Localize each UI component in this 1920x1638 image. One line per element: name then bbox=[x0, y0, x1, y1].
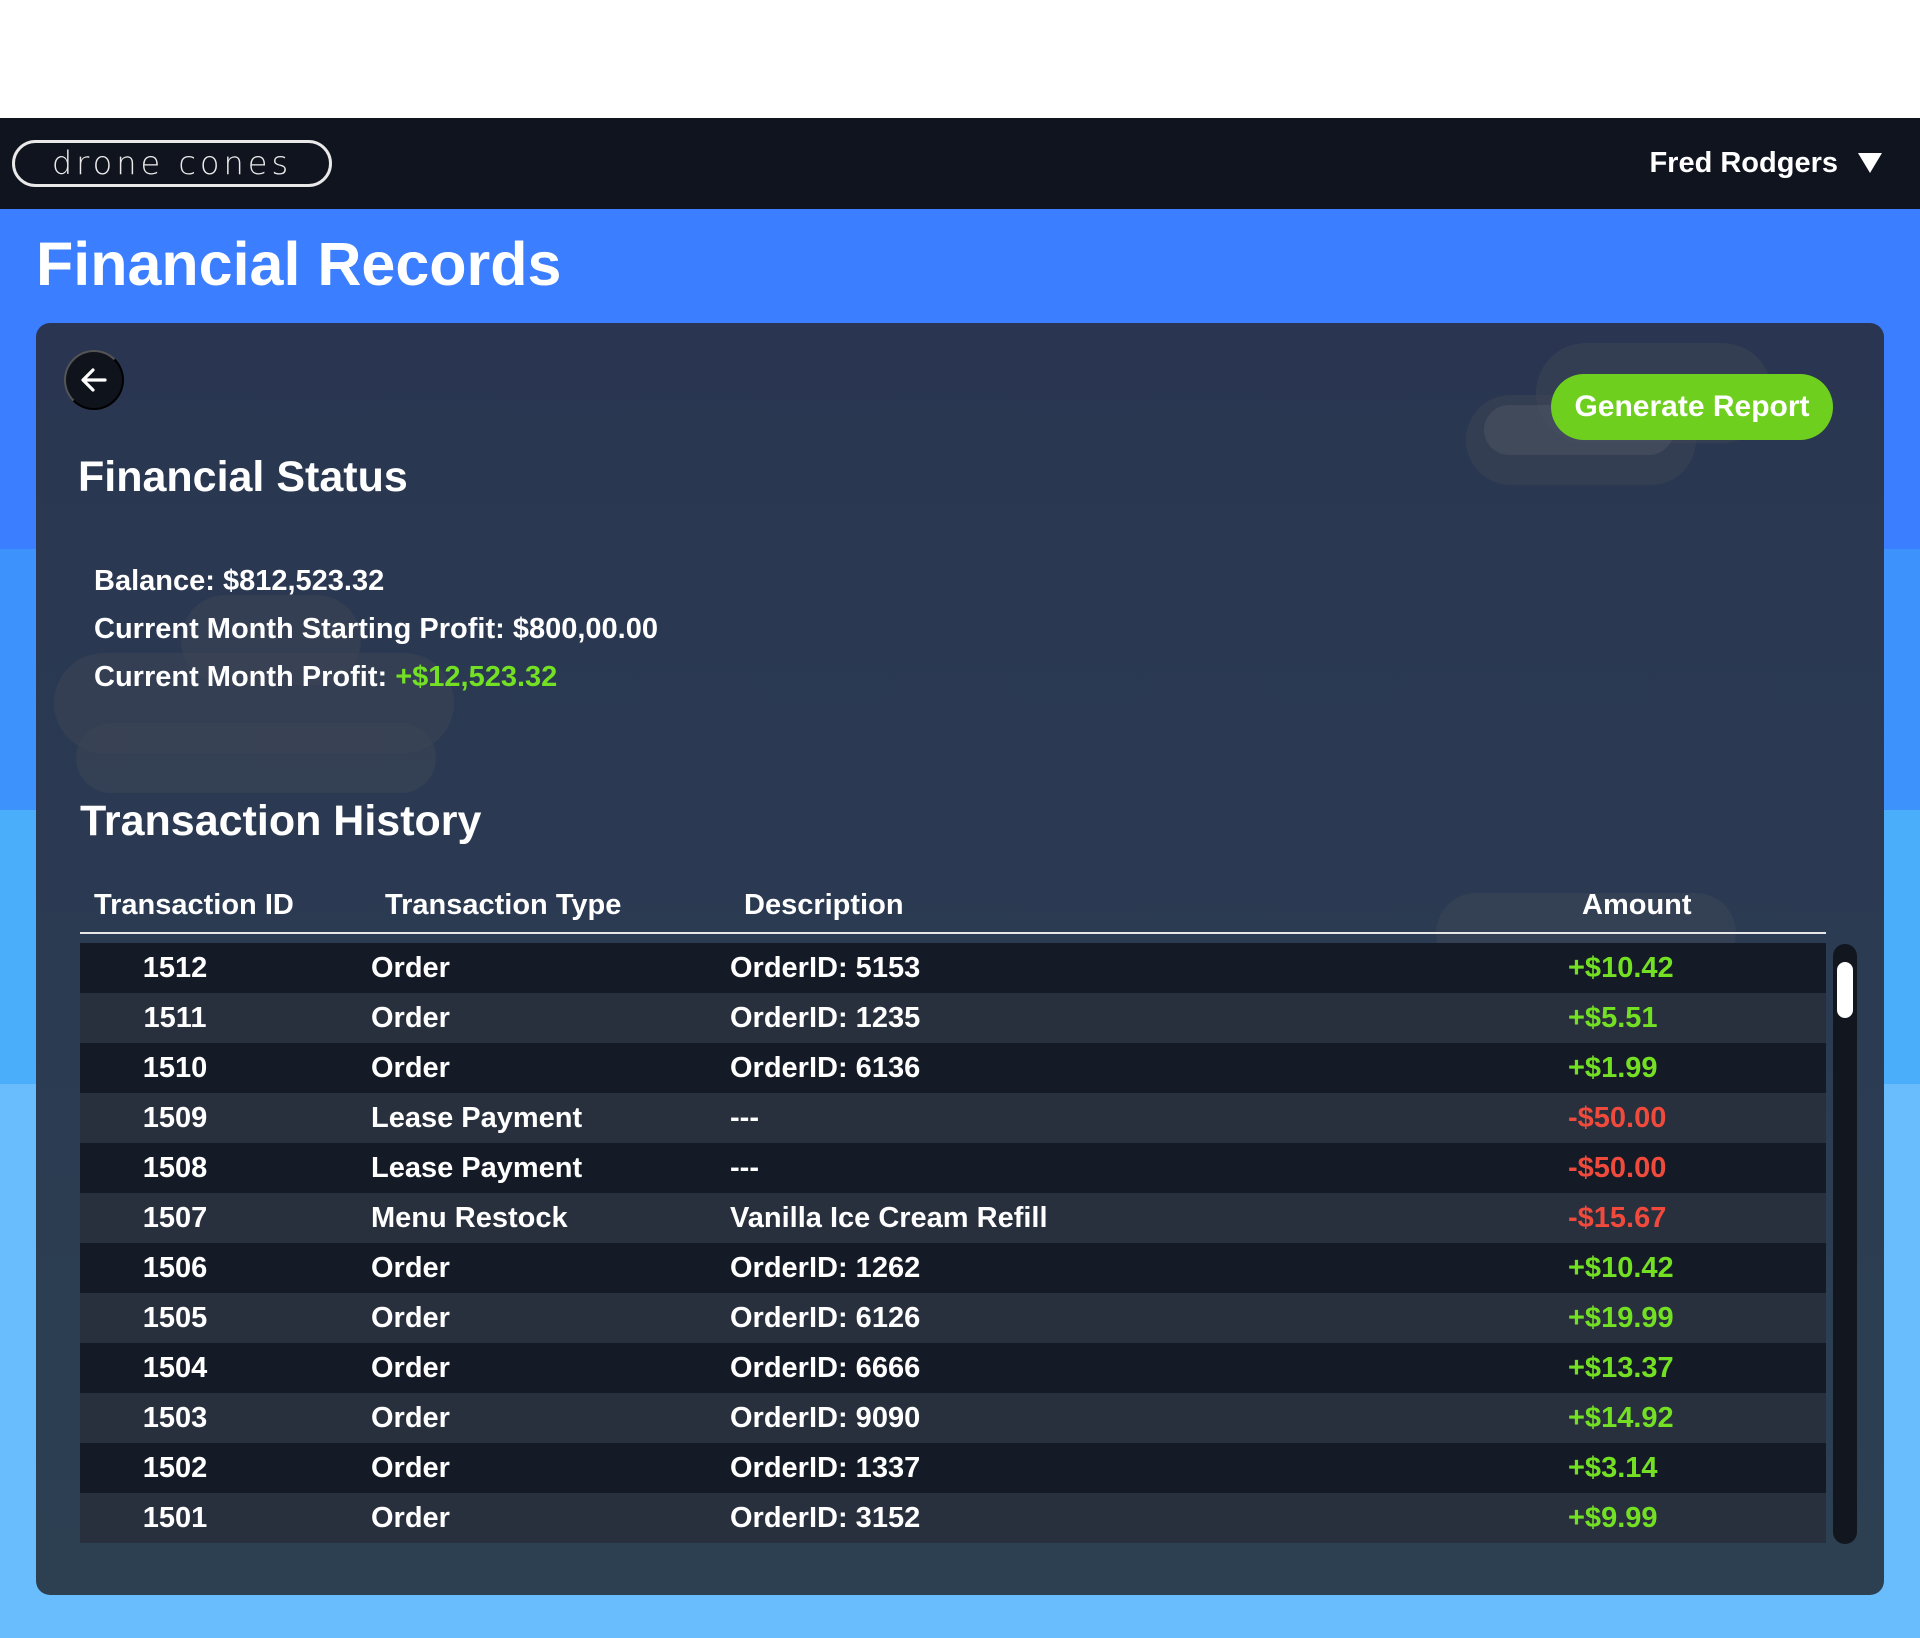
transaction-type-cell: Order bbox=[371, 1402, 450, 1434]
transaction-type-cell: Order bbox=[371, 1002, 450, 1034]
starting-profit-text: Current Month Starting Profit: $800,00.0… bbox=[94, 613, 658, 645]
transaction-id-cell: 1509 bbox=[142, 1102, 208, 1134]
transaction-history-title: Transaction History bbox=[80, 797, 482, 845]
table-row[interactable]: 1502 Order OrderID: 1337 +$3.14 bbox=[80, 1443, 1826, 1493]
table-row[interactable]: 1506 Order OrderID: 1262 +$10.42 bbox=[80, 1243, 1826, 1293]
transaction-type-cell: Order bbox=[371, 1502, 450, 1534]
month-profit-label: Current Month Profit: bbox=[94, 661, 388, 693]
decorative-cloud bbox=[76, 723, 436, 793]
amount-cell: +$10.42 bbox=[1568, 952, 1674, 984]
table-row[interactable]: 1507 Menu Restock Vanilla Ice Cream Refill… bbox=[80, 1193, 1826, 1243]
transaction-table-body: 1512 Order OrderID: 5153 +$10.42 1511 Order Or… bbox=[80, 943, 1826, 1545]
table-row[interactable]: 1503 Order OrderID: 9090 +$14.92 bbox=[80, 1393, 1826, 1443]
table-row[interactable]: 1510 Order OrderID: 6136 +$1.99 bbox=[80, 1043, 1826, 1093]
financial-records-card: Generate Report Financial Status Balance… bbox=[36, 323, 1884, 1595]
transaction-type-cell: Order bbox=[371, 1252, 450, 1284]
transaction-id-cell: 1507 bbox=[142, 1202, 208, 1234]
amount-cell: -$50.00 bbox=[1568, 1102, 1667, 1134]
month-profit-row: Current Month Profit: +$12,523.32 bbox=[94, 659, 557, 695]
description-cell: --- bbox=[730, 1102, 759, 1134]
table-row[interactable]: 1511 Order OrderID: 1235 +$5.51 bbox=[80, 993, 1826, 1043]
description-cell: OrderID: 3152 bbox=[730, 1502, 921, 1534]
month-profit-value: +$12,523.32 bbox=[395, 661, 558, 693]
amount-cell: +$1.99 bbox=[1568, 1052, 1658, 1084]
description-cell: OrderID: 1262 bbox=[730, 1252, 921, 1284]
transaction-id-cell: 1501 bbox=[142, 1502, 208, 1534]
back-button[interactable] bbox=[64, 350, 124, 410]
amount-cell: +$13.37 bbox=[1568, 1352, 1674, 1384]
balance-text: Balance: $812,523.32 bbox=[94, 565, 385, 597]
financial-status-title: Financial Status bbox=[78, 453, 408, 501]
transaction-type-cell: Lease Payment bbox=[371, 1102, 583, 1134]
transaction-type-cell: Order bbox=[371, 952, 450, 984]
transaction-id-cell: 1503 bbox=[142, 1402, 208, 1434]
description-cell: --- bbox=[730, 1152, 759, 1184]
column-header-transaction-type[interactable]: Transaction Type bbox=[385, 889, 621, 922]
top-navbar: drone cones Fred Rodgers bbox=[0, 118, 1920, 209]
description-cell: OrderID: 6136 bbox=[730, 1052, 921, 1084]
user-menu[interactable]: Fred Rodgers bbox=[1649, 145, 1882, 181]
transaction-type-cell: Order bbox=[371, 1352, 450, 1384]
table-header: Transaction ID Transaction Type Descript… bbox=[80, 881, 1826, 934]
scrollbar-thumb[interactable] bbox=[1837, 962, 1853, 1018]
generate-report-button[interactable]: Generate Report bbox=[1551, 374, 1833, 440]
transaction-id-cell: 1502 bbox=[142, 1452, 208, 1484]
amount-cell: +$3.14 bbox=[1568, 1452, 1658, 1484]
amount-cell: +$5.51 bbox=[1568, 1002, 1658, 1034]
amount-cell: +$9.99 bbox=[1568, 1502, 1658, 1534]
caret-down-icon[interactable] bbox=[1858, 153, 1882, 173]
page-title: Financial Records bbox=[36, 230, 562, 298]
amount-cell: +$19.99 bbox=[1568, 1302, 1674, 1334]
amount-cell: +$10.42 bbox=[1568, 1252, 1674, 1284]
transaction-id-cell: 1510 bbox=[142, 1052, 208, 1084]
amount-cell: +$14.92 bbox=[1568, 1402, 1674, 1434]
table-row[interactable]: 1508 Lease Payment --- -$50.00 bbox=[80, 1143, 1826, 1193]
transaction-id-cell: 1506 bbox=[142, 1252, 208, 1284]
transaction-type-cell: Lease Payment bbox=[371, 1152, 583, 1184]
table-row[interactable]: 1505 Order OrderID: 6126 +$19.99 bbox=[80, 1293, 1826, 1343]
table-row[interactable]: 1509 Lease Payment --- -$50.00 bbox=[80, 1093, 1826, 1143]
amount-cell: -$15.67 bbox=[1568, 1202, 1667, 1234]
column-header-amount[interactable]: Amount bbox=[1582, 889, 1692, 922]
description-cell: OrderID: 6126 bbox=[730, 1302, 921, 1334]
transaction-type-cell: Order bbox=[371, 1052, 450, 1084]
column-header-transaction-id[interactable]: Transaction ID bbox=[94, 889, 294, 922]
transaction-id-cell: 1504 bbox=[142, 1352, 208, 1384]
description-cell: OrderID: 1235 bbox=[730, 1002, 921, 1034]
transaction-id-cell: 1512 bbox=[142, 952, 208, 984]
description-cell: OrderID: 1337 bbox=[730, 1452, 921, 1484]
description-cell: OrderID: 6666 bbox=[730, 1352, 921, 1384]
table-scrollbar[interactable] bbox=[1833, 944, 1857, 1544]
amount-cell: -$50.00 bbox=[1568, 1152, 1667, 1184]
column-header-description[interactable]: Description bbox=[744, 889, 904, 922]
drone-cones-logo[interactable]: drone cones bbox=[12, 140, 332, 187]
arrow-left-icon bbox=[81, 368, 107, 392]
description-cell: OrderID: 5153 bbox=[730, 952, 921, 984]
table-row[interactable]: 1512 Order OrderID: 5153 +$10.42 bbox=[80, 943, 1826, 993]
transaction-id-cell: 1508 bbox=[142, 1152, 208, 1184]
table-row[interactable]: 1501 Order OrderID: 3152 +$9.99 bbox=[80, 1493, 1826, 1543]
user-name[interactable]: Fred Rodgers bbox=[1649, 147, 1838, 180]
transaction-id-cell: 1505 bbox=[142, 1302, 208, 1334]
table-row[interactable]: 1504 Order OrderID: 6666 +$13.37 bbox=[80, 1343, 1826, 1393]
transaction-id-cell: 1511 bbox=[143, 1002, 207, 1034]
description-cell: OrderID: 9090 bbox=[730, 1402, 921, 1434]
transaction-type-cell: Order bbox=[371, 1302, 450, 1334]
description-cell: Vanilla Ice Cream Refill bbox=[730, 1202, 1048, 1234]
transaction-type-cell: Menu Restock bbox=[371, 1202, 568, 1234]
transaction-type-cell: Order bbox=[371, 1452, 450, 1484]
